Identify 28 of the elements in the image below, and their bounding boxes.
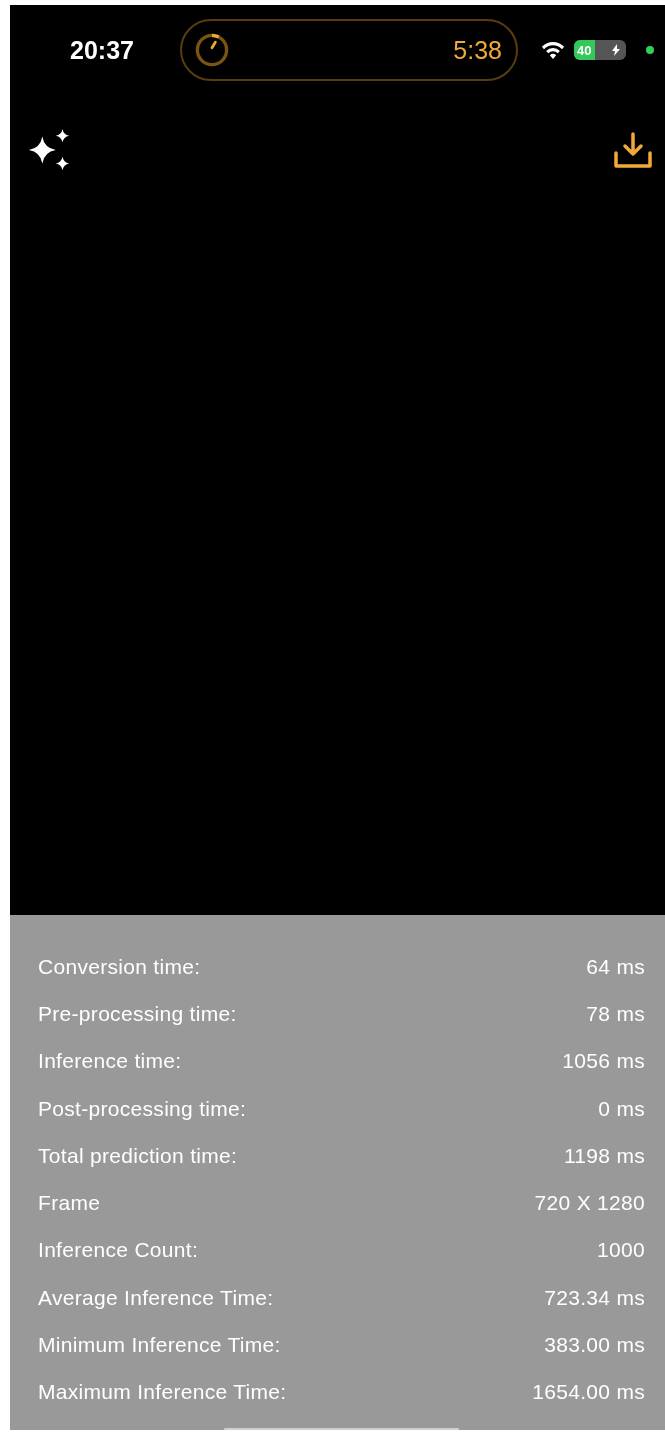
timer-icon — [194, 32, 230, 68]
stat-value: 1654.00 ms — [532, 1380, 645, 1405]
status-time: 20:37 — [70, 35, 135, 65]
download-icon[interactable] — [613, 131, 653, 171]
stat-value: 1056 ms — [562, 1049, 645, 1074]
stat-label: Minimum Inference Time: — [38, 1333, 281, 1357]
stat-label: Post-processing time: — [38, 1096, 247, 1121]
stat-label: Maximum Inference Time: — [38, 1380, 287, 1405]
stat-value: 64 ms — [586, 954, 645, 979]
stat-label: Frame — [38, 1191, 101, 1216]
camera-indicator-icon — [646, 46, 654, 54]
stat-value: 78 ms — [586, 1001, 645, 1026]
stat-value: 1000 — [597, 1238, 645, 1263]
stat-label: Total prediction time: — [38, 1143, 238, 1168]
stat-value: 1198 ms — [563, 1143, 645, 1168]
battery-percent: 40 — [577, 42, 592, 58]
stat-label: Pre-processing time: — [38, 1001, 237, 1026]
bolt-icon — [612, 44, 620, 56]
stat-label: Inference Count: — [38, 1238, 199, 1263]
stat-value: 0 ms — [598, 1096, 645, 1121]
stat-label: Inference time: — [38, 1049, 182, 1074]
stat-label: Average Inference Time: — [38, 1285, 274, 1310]
timer-text: 5:38 — [453, 35, 502, 65]
stat-label: Conversion time: — [38, 954, 201, 979]
stat-value: 720 X 1280 — [534, 1191, 645, 1216]
wifi-icon — [540, 40, 566, 60]
stat-value: 383.00 ms — [544, 1333, 645, 1357]
stat-value: 723.34 ms — [544, 1285, 645, 1310]
